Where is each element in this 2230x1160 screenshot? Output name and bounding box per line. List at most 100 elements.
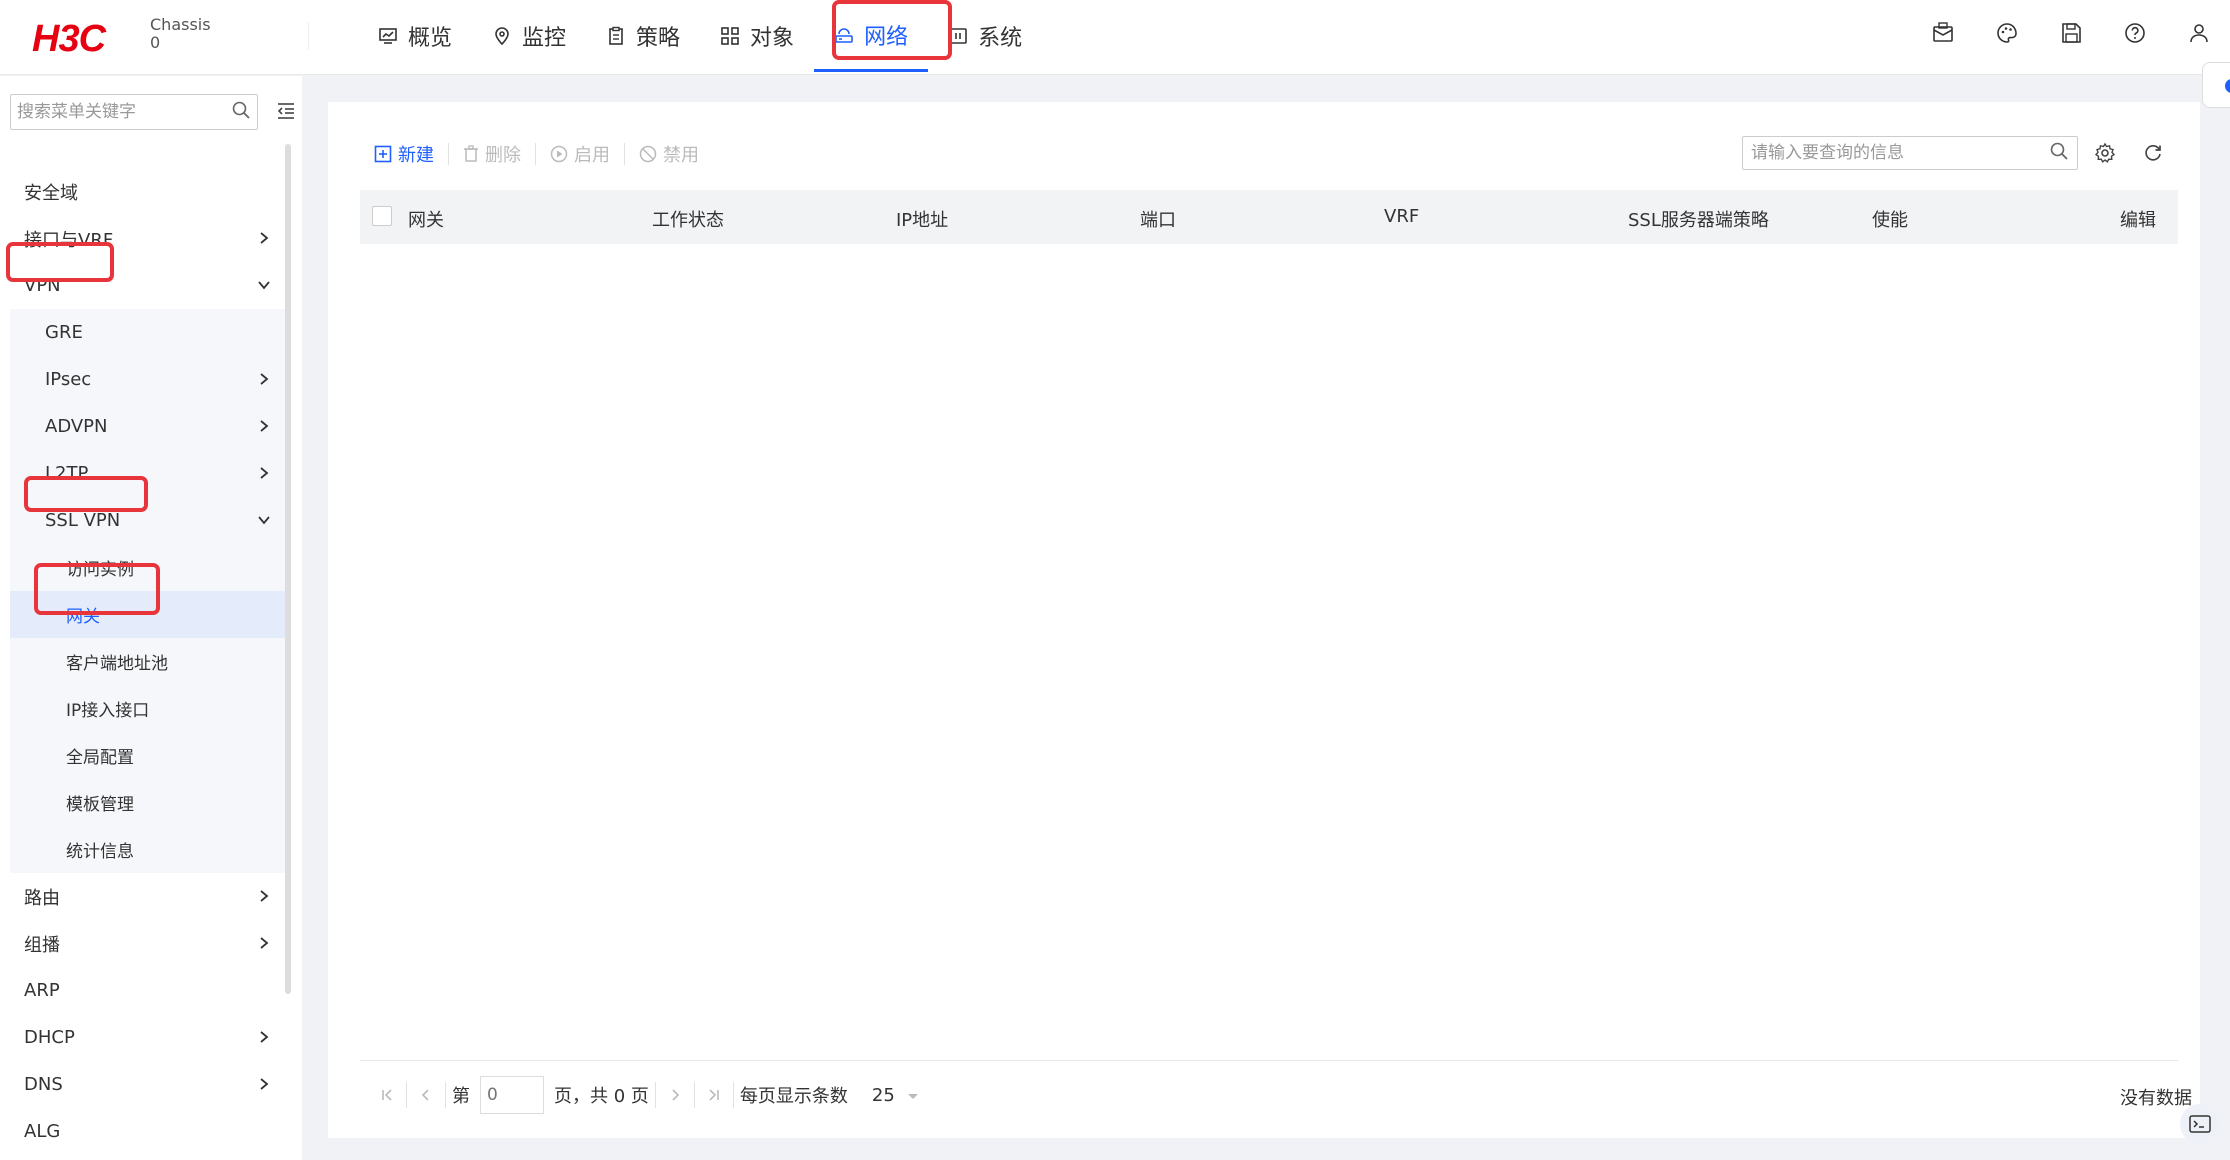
- toolbar: 新建 删除 启用 禁用: [374, 138, 713, 170]
- nav-monitor[interactable]: 监控: [472, 0, 586, 72]
- nav-overview[interactable]: 概览: [358, 0, 472, 72]
- col-vrf[interactable]: VRF: [1384, 206, 1419, 227]
- new-button[interactable]: 新建: [374, 141, 448, 167]
- nav-overview-label: 概览: [408, 26, 453, 51]
- page-number-input[interactable]: [480, 1076, 544, 1114]
- pager-divider: [732, 1082, 734, 1108]
- first-page-icon[interactable]: [374, 1082, 400, 1108]
- col-port[interactable]: 端口: [1140, 206, 1176, 232]
- user-icon[interactable]: [2186, 20, 2212, 46]
- h3c-logo: H3C: [32, 18, 106, 60]
- table-search-box: [1742, 136, 2078, 170]
- menu-interface-vrf[interactable]: 接口与VRF: [10, 215, 285, 262]
- menu-client-address-pool[interactable]: 客户端地址池: [10, 638, 285, 685]
- menu-ip-access-interface[interactable]: IP接入接口: [10, 685, 285, 732]
- main-content: 新建 删除 启用 禁用 网关 工作状态 IP地址 端口: [328, 102, 2200, 1138]
- nav-network[interactable]: 网络: [814, 0, 929, 72]
- pager-divider: [445, 1082, 446, 1108]
- search-icon[interactable]: [231, 100, 251, 125]
- menu-dhcp[interactable]: DHCP: [10, 1014, 285, 1061]
- collapse-menu-icon[interactable]: [276, 102, 296, 125]
- menu-global-config[interactable]: 全局配置: [10, 732, 285, 779]
- header-tools: [1930, 20, 2230, 46]
- save-icon[interactable]: [2058, 20, 2084, 46]
- menu-template-management[interactable]: 模板管理: [10, 779, 285, 826]
- chevron-right-icon: [260, 937, 269, 949]
- terminal-button[interactable]: [2180, 1104, 2220, 1144]
- next-page-icon[interactable]: [662, 1082, 688, 1108]
- sidebar-scrollbar[interactable]: [285, 144, 291, 994]
- per-page-select[interactable]: 25: [872, 1085, 919, 1106]
- col-ssl-server-policy[interactable]: SSL服务器端策略: [1628, 206, 1769, 232]
- nav-policy[interactable]: 策略: [586, 0, 700, 72]
- sidebar: 安全域 接口与VRF VPN GRE IPsec ADVPN L2TP SSL …: [0, 76, 302, 1160]
- menu-arp[interactable]: ARP: [10, 967, 285, 1014]
- delete-button[interactable]: 删除: [449, 141, 535, 167]
- side-drawer-tab[interactable]: [2202, 62, 2230, 108]
- gear-icon[interactable]: [2094, 142, 2116, 164]
- nav-object-label: 对象: [750, 26, 795, 51]
- col-ip-address[interactable]: IP地址: [896, 206, 948, 232]
- col-edit[interactable]: 编辑: [2120, 206, 2156, 232]
- menu-ipsec[interactable]: IPsec: [10, 356, 285, 403]
- pager-divider: [406, 1082, 407, 1108]
- pager-divider: [654, 1082, 656, 1108]
- location-pin-icon: [492, 26, 512, 46]
- menu-advpn[interactable]: ADVPN: [10, 403, 285, 450]
- palette-icon[interactable]: [1994, 20, 2020, 46]
- nav-network-label: 网络: [864, 24, 909, 50]
- last-page-icon[interactable]: [701, 1082, 727, 1108]
- col-status[interactable]: 工作状态: [652, 206, 724, 232]
- terminal-icon: [2189, 1115, 2211, 1133]
- menu-dns[interactable]: DNS: [10, 1061, 285, 1108]
- menu-search-box: [10, 94, 258, 130]
- nav-system-label: 系统: [978, 26, 1023, 51]
- router-icon: [834, 25, 854, 45]
- menu-alg[interactable]: ALG: [10, 1108, 285, 1155]
- per-page-label: 每页显示条数: [739, 1086, 848, 1107]
- trash-icon: [464, 145, 478, 162]
- menu-security-zone[interactable]: 安全域: [10, 168, 285, 215]
- disable-button[interactable]: 禁用: [625, 141, 713, 167]
- nav-system[interactable]: 系统: [928, 0, 1042, 72]
- prev-page-icon[interactable]: [413, 1082, 439, 1108]
- chevron-right-icon: [260, 420, 269, 432]
- menu-access-instance[interactable]: 访问实例: [10, 544, 285, 591]
- nav-monitor-label: 监控: [522, 26, 567, 51]
- menu-multicast[interactable]: 组播: [10, 920, 285, 967]
- per-page-value: 25: [871, 1084, 895, 1106]
- menu-routing[interactable]: 路由: [10, 873, 285, 920]
- col-gateway[interactable]: 网关: [408, 206, 444, 232]
- menu-search-input[interactable]: [17, 102, 231, 122]
- chassis-label: Chassis 0: [150, 15, 211, 52]
- dashboard-icon: [378, 26, 398, 46]
- drawer-dot-icon: [2225, 79, 2230, 93]
- col-enable[interactable]: 使能: [1872, 206, 1908, 232]
- menu-gre[interactable]: GRE: [10, 309, 285, 356]
- refresh-icon[interactable]: [2142, 142, 2164, 164]
- chevron-right-icon: [260, 373, 269, 385]
- grid-icon: [720, 26, 740, 46]
- footer-divider: [360, 1060, 2178, 1061]
- chevron-down-icon: [258, 281, 270, 290]
- search-icon[interactable]: [2049, 141, 2069, 166]
- mail-icon[interactable]: [1930, 20, 1956, 46]
- nav-object[interactable]: 对象: [700, 0, 814, 72]
- table-header: 网关 工作状态 IP地址 端口 VRF SSL服务器端策略 使能 编辑: [360, 190, 2178, 244]
- select-all-checkbox[interactable]: [372, 206, 392, 226]
- pager-divider: [693, 1082, 695, 1108]
- table-search-input[interactable]: [1751, 143, 2049, 163]
- menu-statistics[interactable]: 统计信息: [10, 826, 285, 873]
- enable-button[interactable]: 启用: [536, 141, 624, 167]
- help-icon[interactable]: [2122, 20, 2148, 46]
- menu-l2tp[interactable]: L2TP: [10, 450, 285, 497]
- chevron-right-icon: [260, 890, 269, 902]
- play-circle-icon: [550, 145, 568, 163]
- menu-ssl-vpn[interactable]: SSL VPN: [10, 497, 285, 544]
- menu-link[interactable]: 链路: [10, 1155, 285, 1160]
- menu-gateway[interactable]: 网关: [10, 591, 285, 638]
- chevron-down-icon: [258, 516, 270, 525]
- no-data-label: 没有数据: [2120, 1088, 2192, 1109]
- menu-vpn[interactable]: VPN: [10, 262, 285, 309]
- chevron-right-icon: [260, 1078, 269, 1090]
